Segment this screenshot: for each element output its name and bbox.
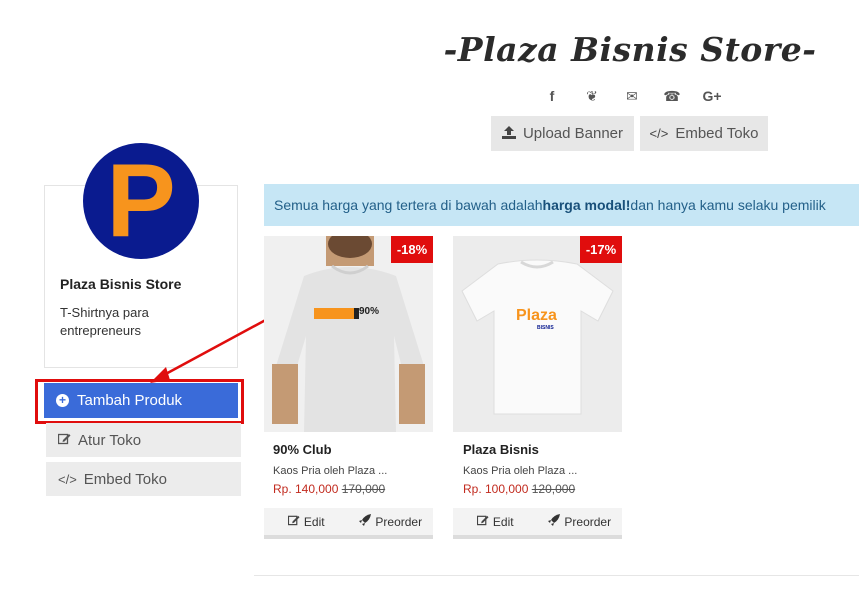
product-name[interactable]: 90% Club [273,442,332,457]
embed-store-label: Embed Toko [83,470,167,488]
product-print-text: 90% [359,306,380,317]
code-icon: </> [649,126,669,141]
google-plus-icon[interactable]: G+ [692,88,732,105]
embed-store-button[interactable]: </> Embed Toko [46,462,241,496]
avatar: P [83,143,199,259]
product-actions: Edit Preorder [453,508,622,539]
product-print-subtext: BISNIS [537,325,554,331]
manage-store-button[interactable]: Atur Toko [46,423,241,457]
info-text-bold: harga modal! [542,197,631,213]
product-name[interactable]: Plaza Bisnis [463,442,539,457]
upload-icon [501,125,516,142]
edit-icon [287,514,300,529]
preorder-label: Preorder [564,514,612,529]
preorder-button[interactable]: Preorder [538,508,623,535]
whatsapp-icon[interactable]: ☎ [652,88,692,105]
product-print-logo: Plaza [516,307,557,324]
preorder-button[interactable]: Preorder [349,508,434,535]
product-description: Kaos Pria oleh Plaza ... [273,465,388,477]
embed-toko-header-button[interactable]: </> Embed Toko [640,116,768,151]
discount-badge: -18% [391,236,433,263]
edit-icon [57,432,71,448]
email-icon[interactable]: ✉ [612,88,652,105]
product-image[interactable] [453,236,622,432]
current-price: Rp. 100,000 [463,482,529,496]
annotation-arrow [150,314,274,383]
old-price: 120,000 [531,482,576,496]
info-banner: Semua harga yang tertera di bawah adalah… [264,184,859,226]
store-title: -Plaza Bisnis Store- [443,30,817,69]
code-icon: </> [58,471,77,487]
edit-button[interactable]: Edit [453,508,538,535]
edit-icon [476,514,489,529]
info-text-before: Semua harga yang tertera di bawah adalah [274,197,543,213]
manage-store-label: Atur Toko [78,431,142,449]
facebook-icon[interactable]: f [532,88,572,105]
current-price: Rp. 140,000 [273,482,339,496]
social-links: f ❦ ✉ ☎ G+ [532,88,732,105]
shop-name: Plaza Bisnis Store [60,276,182,292]
old-price: 170,000 [341,482,386,496]
edit-label: Edit [492,514,514,529]
edit-label: Edit [303,514,325,529]
product-actions: Edit Preorder [264,508,433,539]
twitter-icon[interactable]: ❦ [572,88,612,105]
discount-badge: -17% [580,236,622,263]
rocket-icon [359,514,372,529]
embed-toko-header-label: Embed Toko [675,125,759,142]
upload-banner-button[interactable]: Upload Banner [491,116,634,151]
info-text-after: dan hanya kamu selaku pemilik [630,197,826,213]
avatar-letter: P [106,143,176,259]
product-price: Rp. 100,000 120,000 [463,482,575,496]
product-price: Rp. 140,000 170,000 [273,482,385,496]
product-image[interactable] [264,236,433,432]
product-description: Kaos Pria oleh Plaza ... [463,465,578,477]
edit-button[interactable]: Edit [264,508,349,535]
rocket-icon [548,514,561,529]
preorder-label: Preorder [375,514,423,529]
upload-banner-label: Upload Banner [522,125,624,142]
divider [254,575,859,576]
